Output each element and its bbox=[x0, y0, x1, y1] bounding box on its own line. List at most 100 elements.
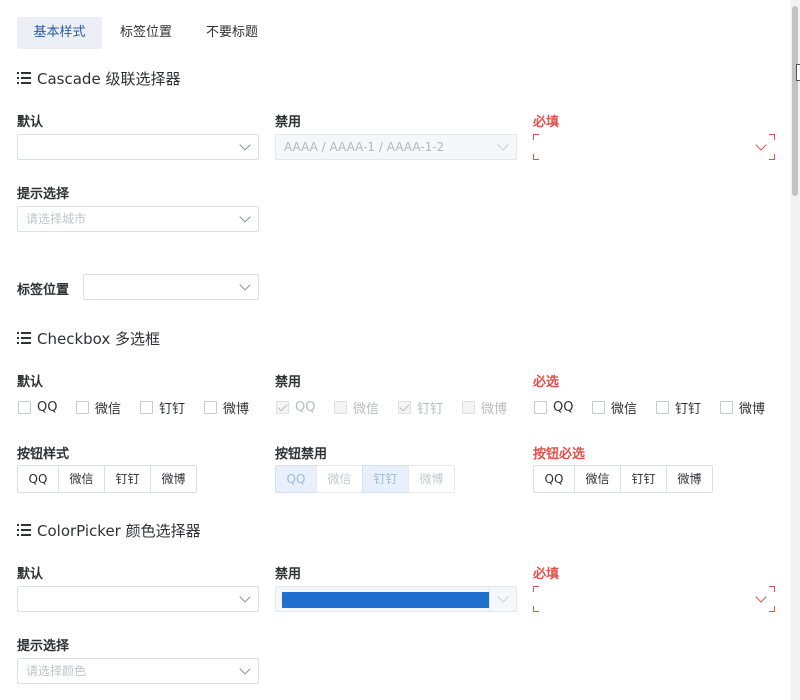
checkbox-label: 微博 bbox=[223, 401, 250, 417]
chevron-down-icon bbox=[497, 139, 509, 151]
list-icon bbox=[17, 332, 31, 344]
checkbox-box bbox=[720, 400, 733, 414]
checkbox-box bbox=[204, 400, 217, 414]
form-page: 基本样式 标签位置 不要标题 Cascade 级联选择器 默认 禁用 AAAA … bbox=[0, 0, 800, 700]
colorpicker-default-select[interactable] bbox=[17, 586, 259, 612]
chevron-down-icon bbox=[239, 211, 251, 223]
checkbox-disabled-label: 禁用 bbox=[275, 375, 302, 390]
section-colorpicker: ColorPicker 颜色选择器 bbox=[17, 519, 201, 541]
checkbox-required-qq[interactable]: QQ bbox=[534, 399, 573, 415]
checkbox-button-required-label: 按钮必选 bbox=[533, 447, 586, 462]
checkbox-button-group-disabled: QQ 微信 钉钉 微博 bbox=[275, 465, 455, 493]
chevron-down-icon bbox=[755, 591, 767, 603]
checkbox-box bbox=[656, 400, 669, 414]
checkbox-required-wechat[interactable]: 微信 bbox=[592, 399, 638, 417]
colorpicker-required-select[interactable] bbox=[533, 586, 775, 612]
checkbox-label: QQ bbox=[553, 399, 574, 415]
chevron-down-icon bbox=[755, 139, 767, 151]
checkbox-label: 微博 bbox=[739, 401, 766, 417]
checkbox-button-required-dingtalk[interactable]: 钉钉 bbox=[620, 465, 667, 493]
vertical-scrollbar[interactable] bbox=[790, 0, 800, 700]
checkbox-button-disabled-dingtalk: 钉钉 bbox=[362, 465, 409, 493]
checkbox-box bbox=[140, 400, 153, 414]
checkbox-required-dingtalk[interactable]: 钉钉 bbox=[656, 399, 702, 417]
section-checkbox: Checkbox 多选框 bbox=[17, 327, 160, 349]
checkbox-box bbox=[334, 400, 347, 414]
checkbox-label: 微信 bbox=[95, 401, 122, 417]
checkbox-button-disabled-weibo: 微博 bbox=[408, 465, 455, 493]
checkbox-button-style-label: 按钮样式 bbox=[17, 447, 70, 462]
checkbox-label: 钉钉 bbox=[675, 401, 702, 417]
cascade-required-label: 必填 bbox=[533, 115, 560, 130]
checkbox-button-group: QQ 微信 钉钉 微博 bbox=[17, 465, 197, 493]
checkbox-weibo[interactable]: 微博 bbox=[204, 399, 250, 417]
tab-label-position[interactable]: 标签位置 bbox=[104, 17, 188, 49]
checkbox-button-disabled-wechat: 微信 bbox=[316, 465, 363, 493]
checkbox-button-required-qq[interactable]: QQ bbox=[533, 465, 575, 493]
section-title: Cascade 级联选择器 bbox=[37, 69, 181, 88]
chevron-down-icon bbox=[239, 663, 251, 675]
checkbox-wechat[interactable]: 微信 bbox=[76, 399, 122, 417]
checkbox-label: QQ bbox=[37, 399, 58, 415]
colorpicker-hint-label: 提示选择 bbox=[17, 639, 70, 654]
divider bbox=[489, 587, 490, 611]
cascade-position-label: 标签位置 bbox=[17, 283, 70, 298]
colorpicker-disabled-select bbox=[275, 586, 517, 612]
checkbox-button-dingtalk[interactable]: 钉钉 bbox=[104, 465, 151, 493]
checkbox-button-required-weibo[interactable]: 微博 bbox=[666, 465, 713, 493]
chevron-down-icon bbox=[239, 279, 251, 291]
checkbox-box-checked bbox=[276, 400, 289, 414]
section-title: Checkbox 多选框 bbox=[37, 329, 161, 348]
checkbox-box bbox=[462, 400, 475, 414]
checkbox-label: 微信 bbox=[353, 401, 380, 417]
checkbox-dingtalk[interactable]: 钉钉 bbox=[140, 399, 186, 417]
check-icon bbox=[277, 401, 288, 411]
checkbox-label: 钉钉 bbox=[417, 401, 444, 417]
cascade-disabled-select: AAAA / AAAA-1 / AAAA-1-2 bbox=[275, 134, 517, 160]
list-icon bbox=[17, 524, 31, 536]
checkbox-box-checked bbox=[398, 400, 411, 414]
colorpicker-disabled-label: 禁用 bbox=[275, 567, 302, 582]
cascade-hint-select[interactable]: 请选择城市 bbox=[17, 206, 259, 232]
list-icon bbox=[17, 72, 31, 84]
checkbox-label: 钉钉 bbox=[159, 401, 186, 417]
chevron-down-icon bbox=[239, 591, 251, 603]
cascade-disabled-value: AAAA / AAAA-1 / AAAA-1-2 bbox=[284, 140, 445, 154]
checkbox-default-label: 默认 bbox=[17, 375, 44, 390]
checkbox-button-wechat[interactable]: 微信 bbox=[58, 465, 105, 493]
checkbox-button-qq[interactable]: QQ bbox=[17, 465, 59, 493]
cascade-position-select[interactable] bbox=[83, 274, 259, 300]
checkbox-button-weibo[interactable]: 微博 bbox=[150, 465, 197, 493]
cascade-default-select[interactable] bbox=[17, 134, 259, 160]
cascade-required-select[interactable] bbox=[533, 134, 775, 160]
color-swatch bbox=[282, 592, 490, 608]
section-title: ColorPicker 颜色选择器 bbox=[37, 521, 201, 540]
section-cascade: Cascade 级联选择器 bbox=[17, 67, 180, 89]
checkbox-button-disabled-label: 按钮禁用 bbox=[275, 447, 328, 462]
tab-basic-style[interactable]: 基本样式 bbox=[17, 17, 102, 49]
resize-cursor-icon bbox=[796, 64, 800, 81]
placeholder-text: 请选择颜色 bbox=[26, 664, 87, 678]
placeholder-text: 请选择城市 bbox=[26, 212, 87, 226]
checkbox-label: 微博 bbox=[481, 401, 508, 417]
checkbox-button-group-required: QQ 微信 钉钉 微博 bbox=[533, 465, 713, 493]
checkbox-button-required-wechat[interactable]: 微信 bbox=[574, 465, 621, 493]
checkbox-required-weibo[interactable]: 微博 bbox=[720, 399, 766, 417]
cascade-default-label: 默认 bbox=[17, 115, 44, 130]
checkbox-label: 微信 bbox=[611, 401, 638, 417]
checkbox-button-disabled-qq: QQ bbox=[275, 465, 317, 493]
tab-no-title[interactable]: 不要标题 bbox=[190, 17, 274, 49]
checkbox-box bbox=[18, 400, 31, 414]
checkbox-box bbox=[534, 400, 547, 414]
cascade-disabled-label: 禁用 bbox=[275, 115, 302, 130]
colorpicker-required-label: 必填 bbox=[533, 567, 560, 582]
chevron-down-icon bbox=[239, 139, 251, 151]
colorpicker-hint-select[interactable]: 请选择颜色 bbox=[17, 658, 259, 684]
check-icon bbox=[399, 401, 410, 411]
checkbox-qq[interactable]: QQ bbox=[18, 399, 57, 415]
cascade-hint-label: 提示选择 bbox=[17, 187, 70, 202]
checkbox-label: QQ bbox=[295, 399, 316, 415]
scrollbar-thumb[interactable] bbox=[792, 6, 798, 196]
checkbox-disabled-weibo: 微博 bbox=[462, 399, 508, 417]
checkbox-disabled-qq: QQ bbox=[276, 399, 315, 415]
